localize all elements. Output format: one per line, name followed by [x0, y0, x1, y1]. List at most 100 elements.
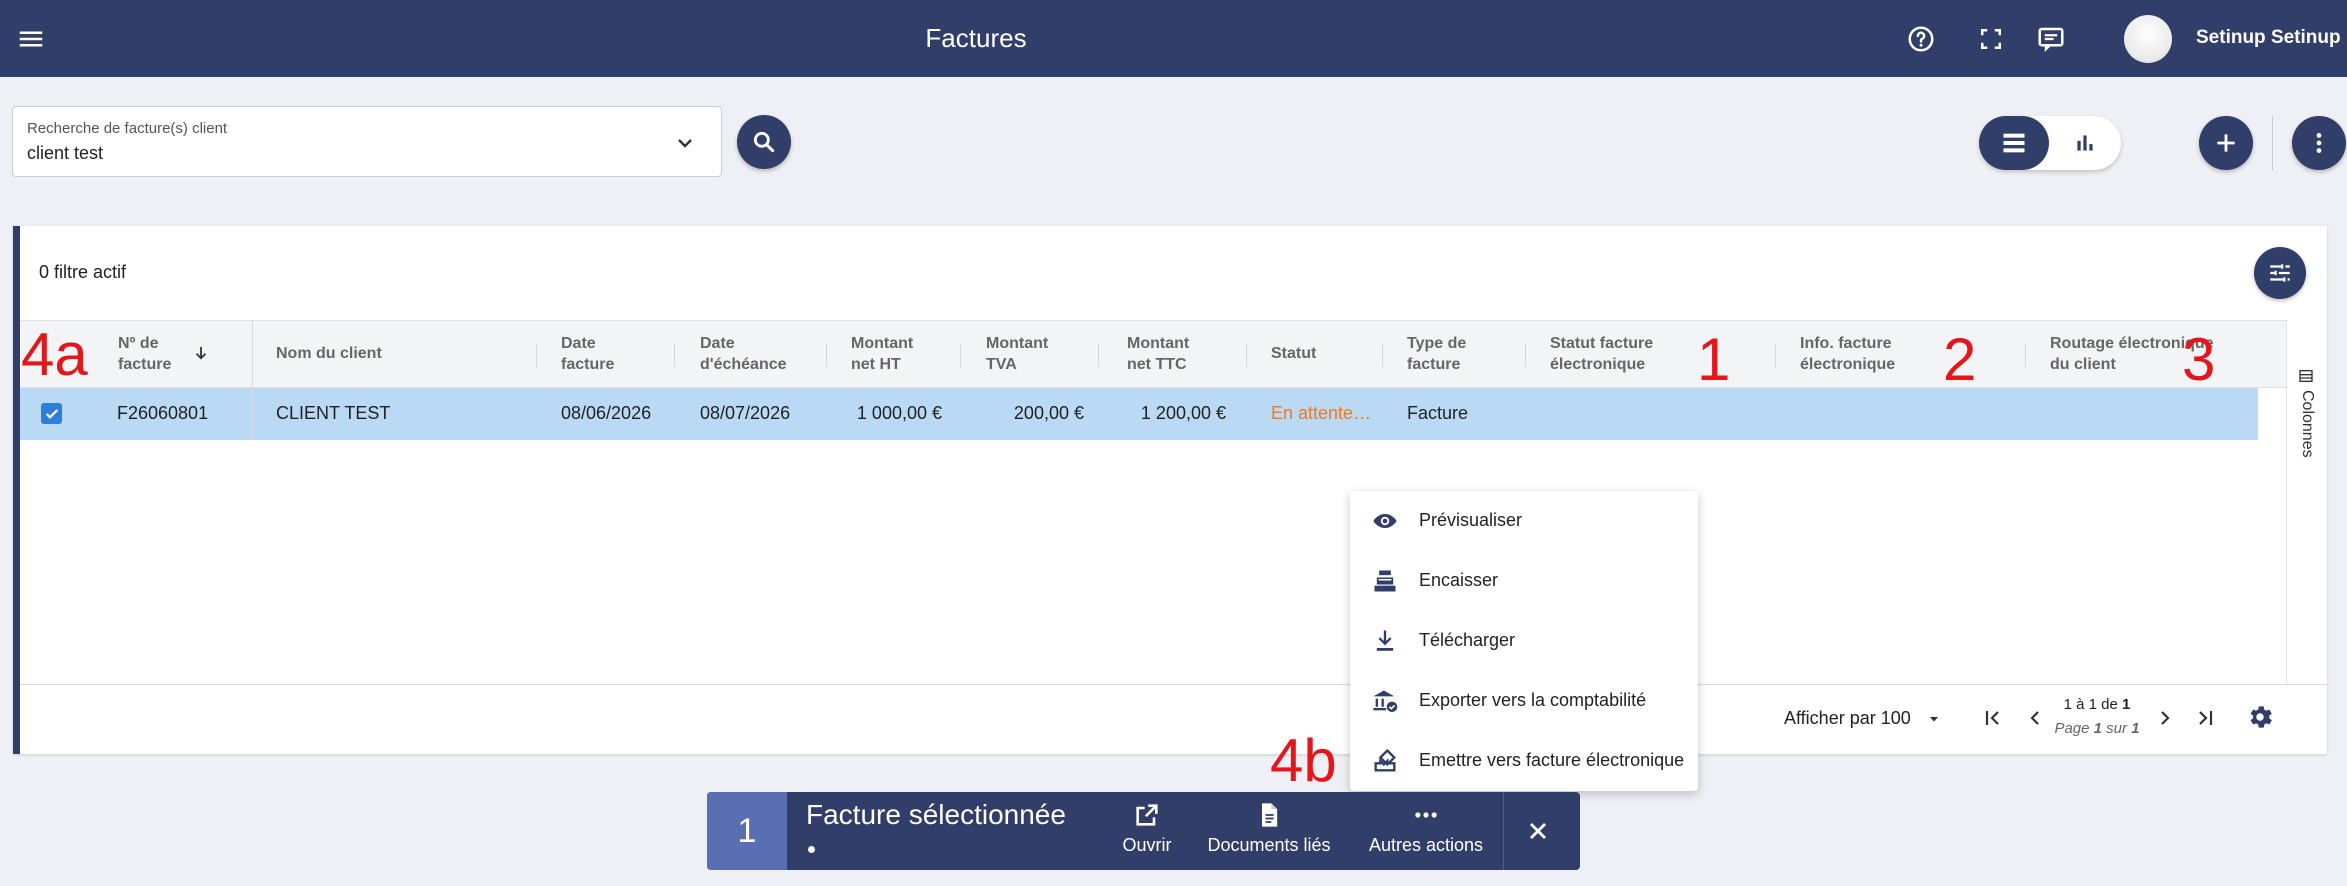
columns-icon — [2298, 368, 2314, 384]
cell-invoice-date: 08/06/2026 — [561, 403, 652, 423]
header-invoice-number[interactable]: Nº de facture — [118, 333, 171, 375]
selection-column-divider — [252, 320, 253, 440]
row-checkbox[interactable] — [41, 403, 62, 424]
selection-dot — [808, 846, 815, 853]
cell-amount-ht: 1 000,00 € — [856, 403, 942, 423]
header-amount-tva[interactable]: Montant TVA — [986, 333, 1048, 375]
annotation-4b: 4b — [1270, 727, 1337, 794]
active-filters-text: 0 filtre actif — [39, 262, 127, 282]
columns-panel-label[interactable]: Colonnes — [2298, 390, 2316, 458]
page-title: Factures — [925, 23, 1027, 53]
header-amount-ht[interactable]: Montant net HT — [851, 333, 913, 375]
close-icon[interactable] — [1524, 817, 1552, 845]
menu-item-send-einvoice[interactable]: Emettre vers facture électronique — [1419, 750, 1684, 771]
menu-item-collect[interactable]: Encaisser — [1419, 570, 1498, 591]
chevron-down-icon[interactable] — [673, 131, 697, 155]
invoice-table-card — [13, 226, 2327, 754]
header-einvoice-info[interactable]: Info. facture électronique — [1800, 333, 1895, 375]
column-divider — [960, 343, 961, 367]
next-page-icon[interactable] — [2153, 706, 2177, 730]
gear-icon[interactable] — [2245, 702, 2275, 732]
column-divider — [2025, 343, 2026, 367]
menu-item-preview[interactable]: Prévisualiser — [1419, 510, 1522, 531]
card-accent-bar — [13, 226, 20, 754]
open-button-label: Ouvrir — [1122, 835, 1172, 855]
column-divider — [1382, 343, 1383, 367]
cell-invoice-type: Facture — [1407, 403, 1469, 423]
view-toggle — [1979, 116, 2121, 170]
cash-register-icon — [1371, 567, 1399, 595]
header-einvoice-status[interactable]: Statut facture électronique — [1550, 333, 1653, 375]
search-field-label: Recherche de facture(s) client — [27, 120, 228, 137]
annotation-3: 3 — [2182, 326, 2216, 393]
annotation-4a: 4a — [21, 321, 88, 388]
more-options-button[interactable] — [2292, 116, 2346, 170]
annotation-2: 2 — [1943, 326, 1977, 393]
send-einvoice-icon — [1371, 747, 1399, 775]
cell-client-name: CLIENT TEST — [276, 403, 391, 423]
cell-amount-tva: 200,00 € — [1013, 403, 1084, 423]
selection-bar-divider — [1503, 792, 1504, 870]
add-invoice-button[interactable] — [2199, 116, 2253, 170]
linked-documents-button[interactable]: Documents liés — [1204, 801, 1334, 856]
list-view-button[interactable] — [1979, 116, 2049, 170]
more-actions-menu — [1350, 491, 1698, 791]
help-icon[interactable] — [1906, 24, 1936, 54]
selection-count-badge: 1 — [707, 792, 787, 870]
filter-settings-button[interactable] — [2254, 247, 2306, 299]
header-invoice-type[interactable]: Type de facture — [1407, 333, 1466, 375]
cell-status: En attente… — [1271, 403, 1372, 423]
pagination-page-indicator: Page 1 sur 1 — [2054, 720, 2140, 737]
column-divider — [536, 343, 537, 367]
header-client-name[interactable]: Nom du client — [276, 343, 382, 364]
menu-item-download[interactable]: Télécharger — [1419, 630, 1515, 651]
document-icon — [1262, 803, 1278, 827]
header-amount-ttc[interactable]: Montant net TTC — [1127, 333, 1189, 375]
cell-invoice-number[interactable]: F26060801 — [117, 403, 208, 424]
avatar[interactable] — [2124, 15, 2172, 63]
last-page-icon[interactable] — [2193, 706, 2217, 730]
tune-icon — [2270, 264, 2290, 282]
rows-per-page-select[interactable]: Afficher par 100 — [1784, 708, 1911, 729]
annotation-1: 1 — [1697, 326, 1731, 393]
search-button[interactable] — [737, 115, 791, 169]
more-actions-button[interactable]: Autres actions — [1366, 801, 1486, 856]
list-icon — [2003, 133, 2025, 153]
pagination-range: 1 à 1 de 1 — [2063, 696, 2131, 713]
user-name[interactable]: Setinup Setinup — [2196, 0, 2341, 77]
client-invoice-search-field[interactable]: Recherche de facture(s) client client te… — [12, 106, 722, 177]
bar-chart-icon — [2077, 135, 2093, 151]
sort-arrow-down-icon[interactable] — [192, 343, 210, 363]
bank-check-icon — [1371, 687, 1399, 715]
header-due-date[interactable]: Date d'échéance — [700, 333, 787, 375]
download-icon — [1371, 627, 1399, 655]
first-page-icon[interactable] — [1981, 706, 2005, 730]
search-icon — [753, 131, 775, 153]
chat-icon[interactable] — [2036, 24, 2066, 54]
more-horizontal-icon — [1415, 812, 1437, 818]
search-field-value[interactable]: client test — [27, 143, 103, 164]
table-footer-divider — [20, 684, 2327, 685]
fullscreen-icon[interactable] — [1976, 24, 2006, 54]
selection-title: Facture sélectionnée — [806, 799, 1066, 830]
more-actions-label: Autres actions — [1368, 835, 1484, 855]
header-invoice-date[interactable]: Date facture — [561, 333, 614, 375]
cell-due-date: 08/07/2026 — [700, 403, 791, 423]
menu-item-export-accounting[interactable]: Exporter vers la comptabilité — [1419, 690, 1646, 711]
eye-icon — [1371, 507, 1399, 535]
open-external-icon — [1136, 804, 1158, 826]
previous-page-icon[interactable] — [2023, 706, 2047, 730]
plus-icon — [2217, 134, 2235, 152]
header-status[interactable]: Statut — [1271, 343, 1316, 364]
chart-view-button[interactable] — [2049, 116, 2121, 170]
cell-amount-ttc: 1 200,00 € — [1140, 403, 1226, 423]
column-divider — [1098, 343, 1099, 367]
caret-down-icon[interactable] — [1925, 711, 1943, 727]
column-divider — [1775, 343, 1776, 367]
linked-documents-label: Documents liés — [1207, 835, 1331, 855]
toolbar-divider — [2272, 116, 2273, 170]
column-divider — [1525, 343, 1526, 367]
check-icon — [45, 408, 58, 419]
open-button[interactable]: Ouvrir — [1117, 801, 1177, 856]
more-vertical-icon — [2316, 133, 2322, 153]
